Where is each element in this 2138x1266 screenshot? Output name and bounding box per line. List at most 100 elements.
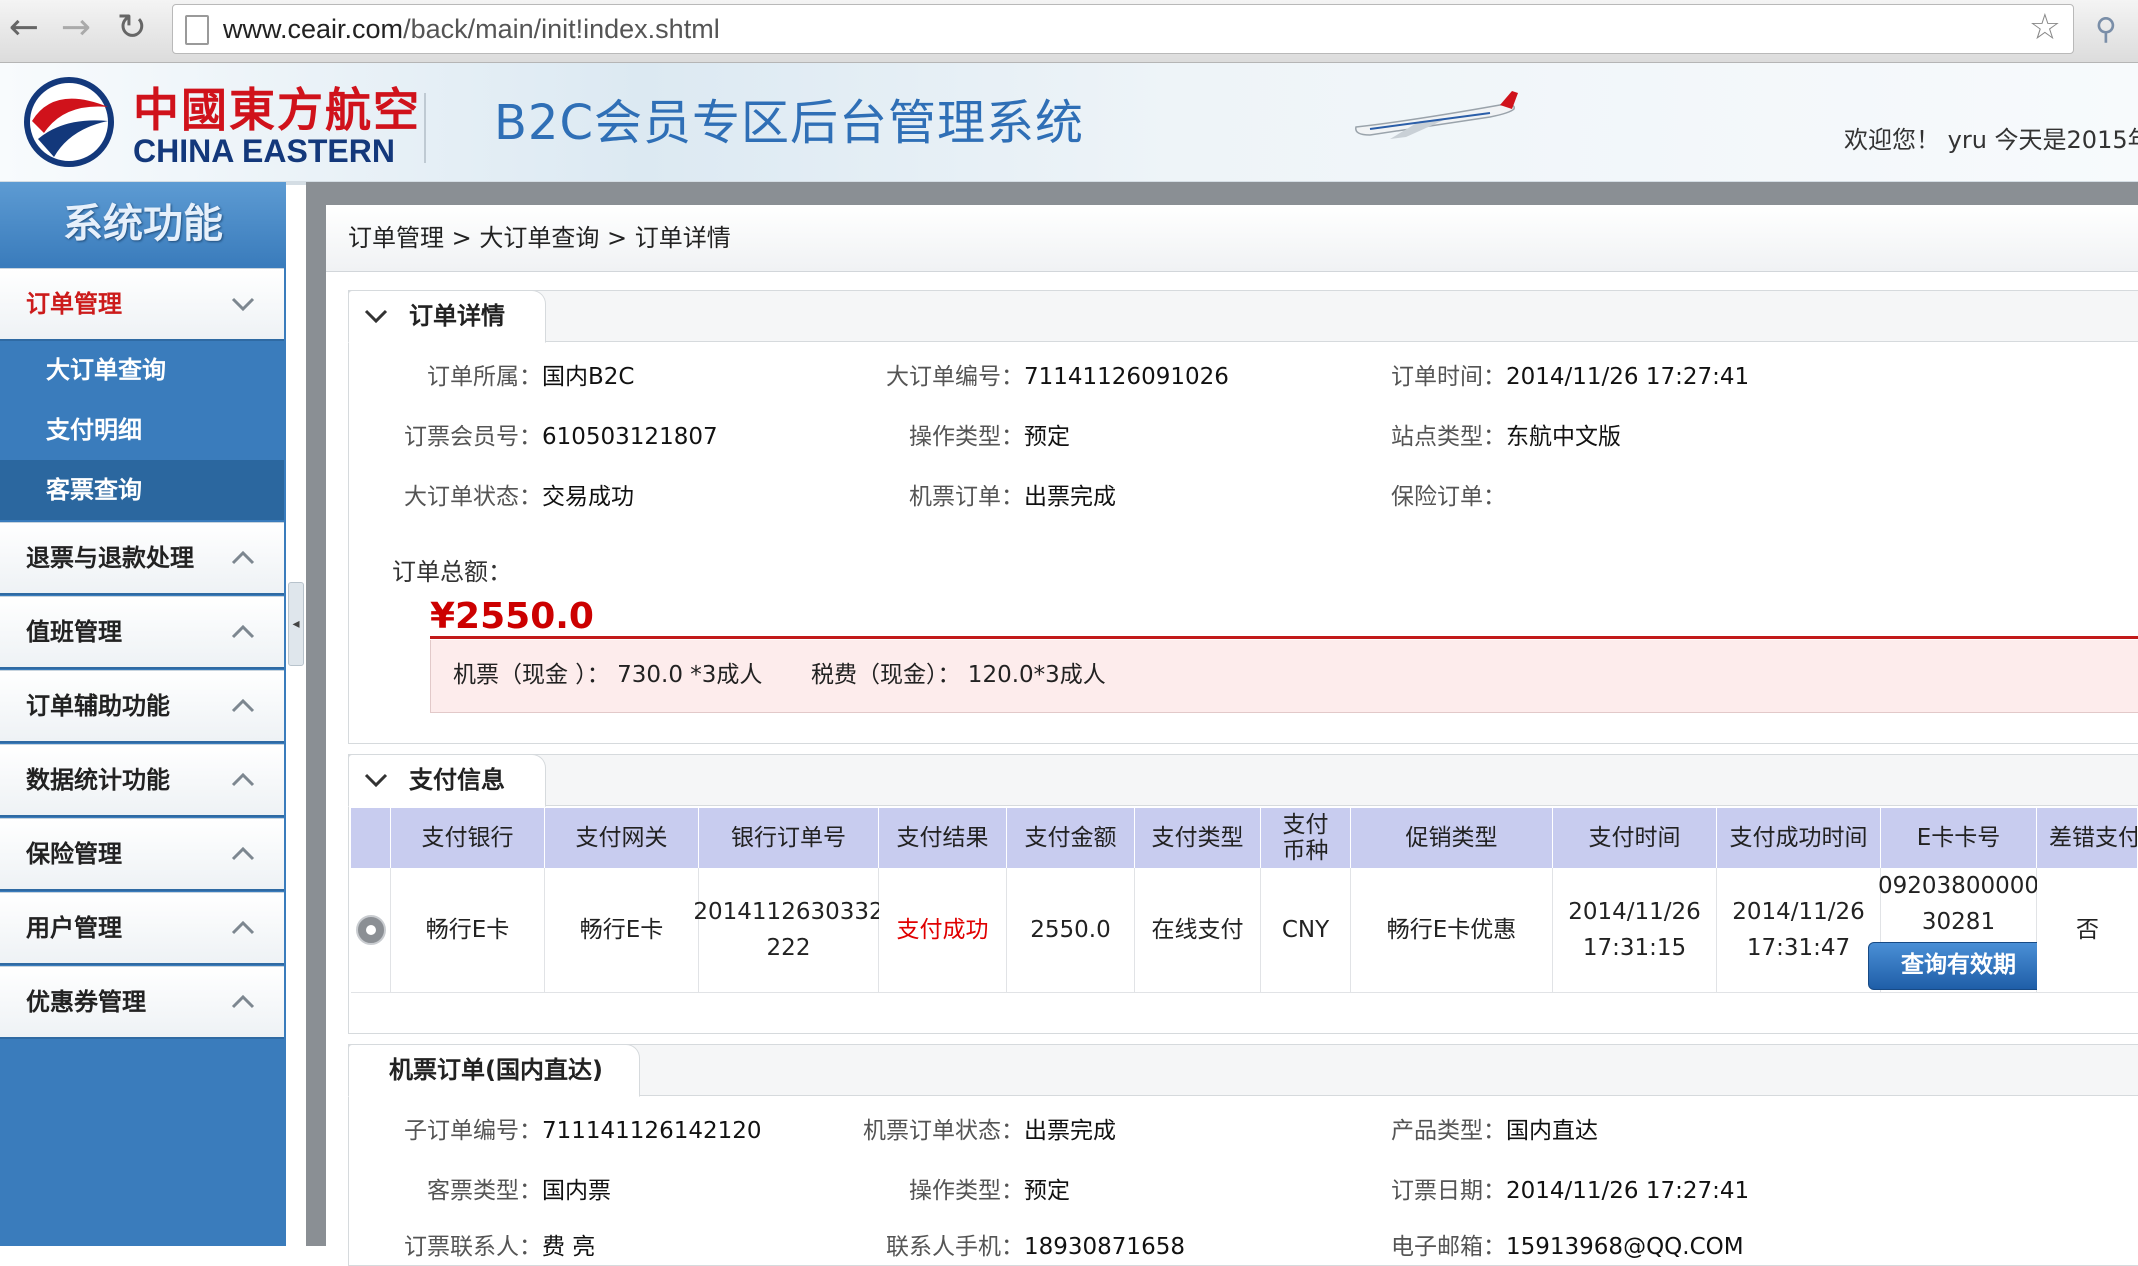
table-header: 促销类型 [1351, 808, 1553, 868]
cell-bank: 畅行E卡 [425, 917, 510, 943]
booking-date-value: 2014/11/26 17:27:41 [1506, 1178, 1750, 1204]
table-cell: 09203800000 30281 查询有效期 [1867, 868, 2050, 993]
sidebar-collapse-handle[interactable]: ◂ [288, 582, 304, 666]
logo-english-name: CHINA EASTERN [133, 133, 395, 169]
email-value: 15913968@QQ.COM [1506, 1234, 1744, 1260]
table-cell: 畅行E卡 [391, 868, 545, 993]
chevron-up-icon [231, 550, 255, 565]
menu-statistics[interactable]: 数据统计功能 [0, 744, 284, 817]
tab-label: 机票订单(国内直达) [389, 1056, 603, 1084]
chevron-up-icon [231, 846, 255, 861]
owner-label: 订单所属： [427, 364, 542, 390]
total-breakdown: 机票（现金 ）： 730.0 *3成人 税费（现金）： 120.0*3成人 [430, 640, 2138, 713]
menu-order-assist[interactable]: 订单辅助功能 [0, 670, 284, 743]
tab-ticket-order[interactable]: 机票订单(国内直达) [348, 1044, 640, 1097]
table-header: 支付网关 [545, 808, 699, 868]
table-header: E卡卡号 [1881, 808, 2037, 868]
url-text[interactable]: www.ceair.com/back/main/init!index.shtml [223, 11, 720, 47]
op-type-value-2: 预定 [1024, 1178, 1070, 1204]
chevron-up-icon [231, 772, 255, 787]
table-cell: 支付成功 [879, 868, 1007, 993]
submenu-label: 支付明细 [46, 416, 142, 444]
system-title: B2C会员专区后台管理系统 [494, 95, 1084, 151]
back-arrow-icon[interactable]: ← [2, 6, 46, 50]
contact-value: 费 亮 [542, 1234, 596, 1260]
chevron-up-icon [231, 920, 255, 935]
logo-divider [424, 93, 426, 163]
op-type-value: 预定 [1024, 424, 1070, 450]
total-label: 订单总额： [392, 558, 512, 586]
table-cell-select [351, 868, 391, 993]
table-cell: 畅行E卡优惠 [1351, 868, 1553, 993]
submenu-ticket-query[interactable]: 客票查询 [0, 460, 284, 520]
chevron-up-icon [231, 698, 255, 713]
email-label: 电子邮箱： [1391, 1234, 1506, 1260]
submenu-label: 客票查询 [46, 476, 142, 504]
menu-label: 用户管理 [26, 914, 122, 942]
table-cell: 在线支付 [1135, 868, 1261, 993]
order-no-value: 71141126091026 [1024, 364, 1229, 390]
table-header: 支付成功时间 [1717, 808, 1881, 868]
panel-header: 订单详情 [348, 290, 2138, 343]
extension-icon[interactable]: ⚲ [2086, 10, 2126, 50]
table-header-select [351, 808, 391, 868]
menu-refund-processing[interactable]: 退票与退款处理 [0, 522, 284, 595]
payment-table: 支付银行 支付网关 银行订单号 支付结果 支付金额 支付类型 支付币种 促销类型… [351, 808, 2138, 993]
forward-arrow-icon[interactable]: → [54, 6, 98, 50]
cell-success-date: 2014/11/26 [1732, 899, 1865, 925]
url-host: www.ceair.com [223, 14, 404, 44]
check-validity-button[interactable]: 查询有效期 [1867, 942, 2050, 990]
tab-order-detail[interactable]: 订单详情 [348, 290, 546, 343]
table-header: 支付结果 [879, 808, 1007, 868]
submenu-big-order-query[interactable]: 大订单查询 [0, 340, 284, 400]
menu-duty-management[interactable]: 值班管理 [0, 596, 284, 669]
submenu-label: 大订单查询 [46, 356, 166, 384]
sidebar-title: 系统功能 [0, 182, 286, 266]
cell-card-number: 09203800000 [1878, 873, 2039, 899]
row-radio-button[interactable] [355, 915, 386, 945]
cell-card-number-cont: 30281 [1921, 909, 1996, 935]
order-no-label: 大订单编号： [886, 364, 1024, 390]
tab-label: 支付信息 [409, 766, 505, 794]
table-header: 支付币种 [1261, 808, 1351, 868]
menu-label: 优惠券管理 [26, 988, 146, 1016]
tab-payment-info[interactable]: 支付信息 [348, 754, 546, 807]
total-amount: ¥2550.0 [430, 596, 594, 637]
contact-label: 订票联系人： [404, 1234, 542, 1260]
breadcrumb: 订单管理 > 大订单查询 > 订单详情 [326, 205, 2138, 272]
reload-icon[interactable]: ↻ [110, 6, 154, 50]
table-cell: 2014/11/26 17:31:47 [1717, 868, 1881, 993]
passenger-type-value: 国内票 [542, 1178, 611, 1204]
order-time-label: 订单时间： [1391, 364, 1506, 390]
table-cell: 否 [2037, 868, 2138, 993]
member-value: 610503121807 [542, 424, 718, 450]
site-header: 中國東方航空 CHINA EASTERN B2C会员专区后台管理系统 欢迎您！ … [0, 63, 2138, 185]
table-header: 支付类型 [1135, 808, 1261, 868]
address-bar[interactable]: www.ceair.com/back/main/init!index.shtml… [172, 4, 2074, 54]
menu-coupon-management[interactable]: 优惠券管理 [0, 966, 284, 1039]
op-type-label-2: 操作类型： [909, 1178, 1024, 1204]
table-header: 支付金额 [1007, 808, 1135, 868]
chevron-up-icon [231, 624, 255, 639]
submenu-payment-detail[interactable]: 支付明细 [0, 400, 284, 460]
cell-amount: 2550.0 [1030, 917, 1111, 943]
ticket-cash: 机票（现金 ）： 730.0 *3成人 [453, 662, 763, 688]
menu-label: 数据统计功能 [26, 766, 170, 794]
product-label: 产品类型： [1391, 1118, 1506, 1144]
cell-promo: 畅行E卡优惠 [1386, 917, 1517, 943]
member-label: 订票会员号： [404, 424, 542, 450]
menu-order-management[interactable]: 订单管理 [0, 268, 284, 341]
menu-user-management[interactable]: 用户管理 [0, 892, 284, 965]
tax-cash: 税费（现金）： 120.0*3成人 [811, 662, 1106, 688]
panel-header: 支付信息 [348, 754, 2138, 807]
bookmark-star-icon[interactable]: ☆ [2029, 8, 2061, 48]
welcome-text: 欢迎您！ yru 今天是2015年 [1844, 126, 2138, 154]
menu-insurance[interactable]: 保险管理 [0, 818, 284, 891]
booking-date-label: 订票日期： [1391, 1178, 1506, 1204]
phone-value: 18930871658 [1024, 1234, 1185, 1260]
china-eastern-logo-icon [24, 77, 114, 167]
menu-label: 订单管理 [26, 290, 122, 318]
cell-bank-order: 2014112630332 [693, 899, 884, 925]
cell-pay-time: 17:31:15 [1582, 935, 1687, 961]
site-value: 东航中文版 [1506, 424, 1621, 450]
